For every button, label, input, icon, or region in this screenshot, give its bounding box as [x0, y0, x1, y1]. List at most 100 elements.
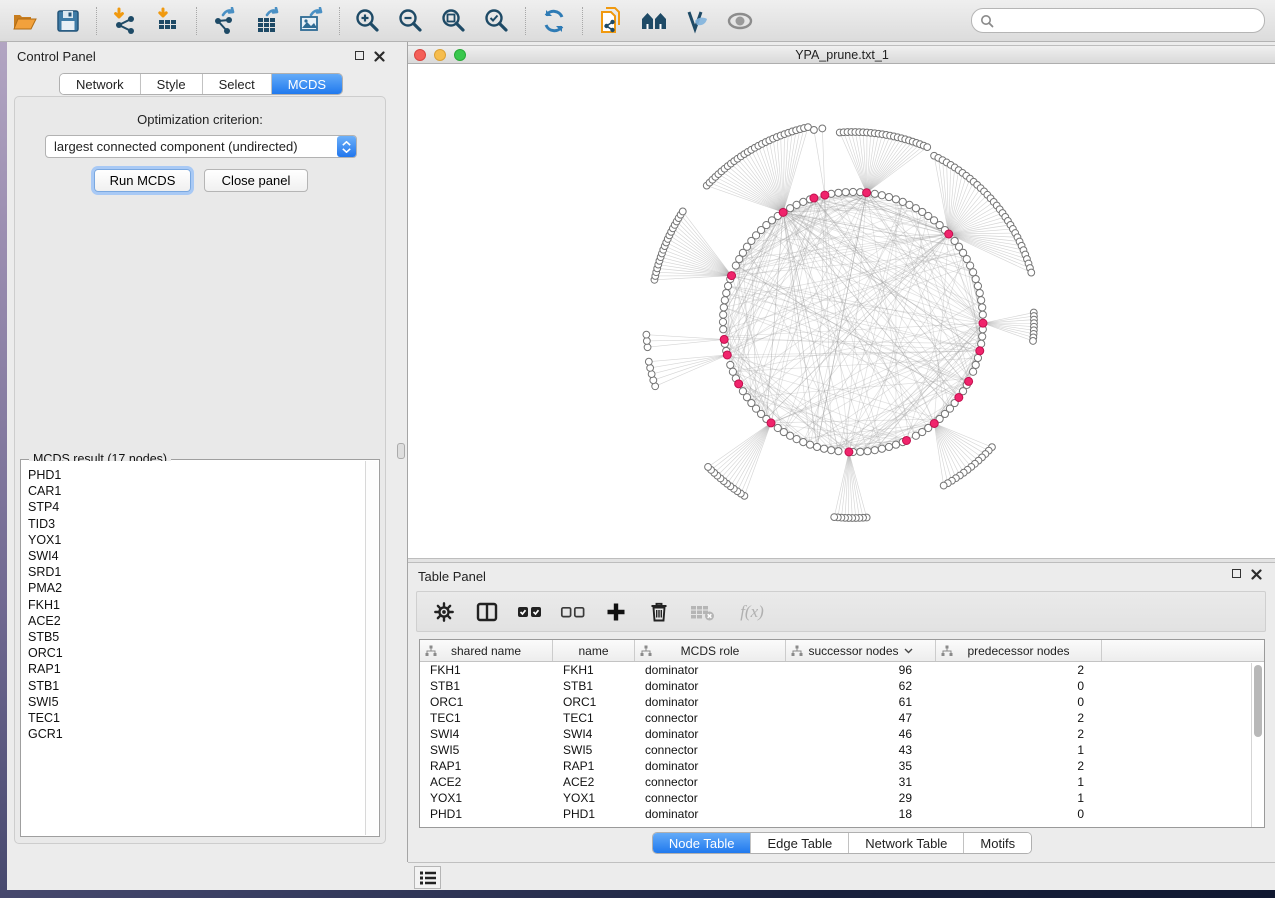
leaf-node[interactable] [819, 125, 826, 132]
network-node[interactable] [912, 432, 919, 439]
mcds-result-item[interactable]: PHD1 [28, 467, 365, 483]
network-node[interactable] [976, 289, 983, 296]
mcds-node[interactable] [728, 272, 736, 280]
table-cell[interactable]: 96 [786, 662, 936, 678]
mcds-node[interactable] [902, 436, 910, 444]
add-column-icon[interactable] [603, 599, 629, 625]
network-node[interactable] [723, 289, 730, 296]
table-options-gear-icon[interactable] [431, 599, 457, 625]
table-cell[interactable]: 2 [936, 726, 1102, 742]
mcds-result-item[interactable]: TID3 [28, 516, 365, 532]
mcds-result-item[interactable]: PMA2 [28, 580, 365, 596]
mcds-result-item[interactable]: GCR1 [28, 726, 365, 742]
network-node[interactable] [842, 189, 849, 196]
table-cell[interactable]: 0 [936, 678, 1102, 694]
mcds-list-scrollbar[interactable] [365, 461, 378, 835]
table-cell[interactable]: 47 [786, 710, 936, 726]
network-node[interactable] [720, 304, 727, 311]
network-node[interactable] [835, 448, 842, 455]
mcds-node[interactable] [821, 191, 829, 199]
table-cell[interactable]: FKH1 [420, 662, 553, 678]
table-cell[interactable]: RAP1 [420, 758, 553, 774]
delete-table-icon[interactable] [689, 599, 715, 625]
apply-layout-icon[interactable] [539, 6, 569, 36]
optimization-criterion-dropdown[interactable]: largest connected component (undirected) [45, 135, 357, 158]
leaf-node[interactable] [1028, 269, 1035, 276]
import-table-icon[interactable] [153, 6, 183, 36]
network-node[interactable] [828, 447, 835, 454]
table-cell[interactable]: 62 [786, 678, 936, 694]
mcds-result-item[interactable]: SWI5 [28, 694, 365, 710]
network-node[interactable] [885, 193, 892, 200]
network-node[interactable] [813, 443, 820, 450]
mcds-result-item[interactable]: SRD1 [28, 564, 365, 580]
network-node[interactable] [979, 311, 986, 318]
mcds-node[interactable] [723, 351, 731, 359]
search-field[interactable] [971, 8, 1265, 33]
table-cell[interactable]: STB1 [553, 678, 635, 694]
table-row[interactable]: SWI4SWI4dominator462 [420, 726, 1264, 742]
network-node[interactable] [967, 262, 974, 269]
table-cell[interactable]: 35 [786, 758, 936, 774]
zoom-selected-icon[interactable] [482, 6, 512, 36]
table-row[interactable]: TEC1TEC1connector472 [420, 710, 1264, 726]
mcds-result-item[interactable]: FKH1 [28, 597, 365, 613]
network-node[interactable] [739, 388, 746, 395]
column-header-shared-name[interactable]: shared name [420, 640, 553, 661]
table-cell[interactable]: 1 [936, 774, 1102, 790]
table-cell[interactable]: 2 [936, 710, 1102, 726]
vertical-splitter[interactable] [395, 42, 407, 862]
network-node[interactable] [720, 311, 727, 318]
network-node[interactable] [820, 445, 827, 452]
export-table-icon[interactable] [253, 6, 283, 36]
network-node[interactable] [892, 196, 899, 203]
network-node[interactable] [871, 190, 878, 197]
network-node[interactable] [864, 448, 871, 455]
leaf-node[interactable] [811, 127, 818, 134]
mcds-result-item[interactable]: YOX1 [28, 532, 365, 548]
mcds-node[interactable] [720, 335, 728, 343]
leaf-node[interactable] [643, 331, 650, 338]
leaf-node[interactable] [831, 514, 838, 521]
table-cell[interactable]: TEC1 [553, 710, 635, 726]
export-image-icon[interactable] [296, 6, 326, 36]
mcds-result-item[interactable]: ACE2 [28, 613, 365, 629]
leaf-node[interactable] [643, 338, 650, 345]
table-cell[interactable]: dominator [635, 726, 786, 742]
table-tab-network-table[interactable]: Network Table [849, 833, 964, 853]
mcds-node[interactable] [976, 347, 984, 355]
table-cell[interactable]: connector [635, 774, 786, 790]
table-cell[interactable]: ORC1 [553, 694, 635, 710]
network-view-titlebar[interactable]: YPA_prune.txt_1 [408, 46, 1275, 64]
save-icon[interactable] [53, 6, 83, 36]
leaf-node[interactable] [644, 344, 651, 351]
network-node[interactable] [774, 424, 781, 431]
leaf-node[interactable] [645, 358, 652, 365]
network-node[interactable] [970, 368, 977, 375]
leaf-node[interactable] [679, 208, 686, 215]
float-panel-icon[interactable] [1232, 569, 1241, 578]
mcds-node[interactable] [930, 419, 938, 427]
table-cell[interactable]: YOX1 [420, 790, 553, 806]
close-panel-icon[interactable] [1251, 569, 1262, 580]
mcds-result-item[interactable]: STB1 [28, 678, 365, 694]
network-node[interactable] [727, 361, 734, 368]
network-node[interactable] [806, 441, 813, 448]
table-cell[interactable]: 61 [786, 694, 936, 710]
mcds-result-item[interactable]: RAP1 [28, 661, 365, 677]
network-node[interactable] [972, 361, 979, 368]
import-network-icon[interactable] [110, 6, 140, 36]
table-cell[interactable]: 31 [786, 774, 936, 790]
tab-select[interactable]: Select [203, 74, 272, 94]
network-node[interactable] [721, 297, 728, 304]
splitter-handle[interactable] [397, 443, 405, 459]
table-tab-node-table[interactable]: Node Table [653, 833, 752, 853]
table-cell[interactable]: dominator [635, 806, 786, 822]
close-panel-button[interactable]: Close panel [204, 169, 308, 192]
function-builder-icon[interactable]: f(x) [732, 599, 772, 625]
close-panel-icon[interactable] [374, 51, 385, 62]
task-history-button[interactable] [414, 866, 441, 889]
table-cell[interactable]: 1 [936, 742, 1102, 758]
network-node[interactable] [970, 269, 977, 276]
table-cell[interactable]: PHD1 [553, 806, 635, 822]
